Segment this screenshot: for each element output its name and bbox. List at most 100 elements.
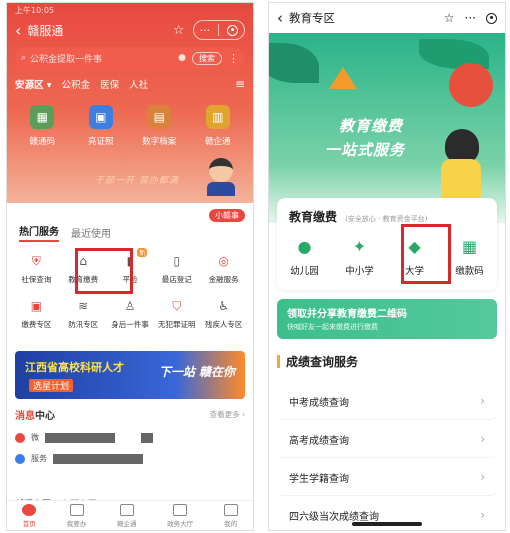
puzzle-icon: ✦ xyxy=(352,236,367,256)
bottom-tabbar: 首页 我要办 赣企通 政务大厅 我的 xyxy=(7,500,253,530)
shield-icon: ⛨ xyxy=(31,253,41,268)
doc-icon: ▥ xyxy=(205,105,230,129)
tabbar-todo[interactable]: 我要办 xyxy=(67,503,86,528)
quick-entry-license[interactable]: ▣ 亮证照 xyxy=(73,105,129,147)
option-kindergarten[interactable]: ● 幼儿园 xyxy=(283,235,327,278)
option-payment-code[interactable]: ▦ 缴款码 xyxy=(448,235,492,278)
card-subtitle: (安全放心 · 教育资金平台) xyxy=(345,215,428,223)
service-label: 社保查询 xyxy=(21,275,52,284)
service-after-death[interactable]: ♙ 身后一件事 xyxy=(107,297,154,330)
wallet-icon: ▣ xyxy=(30,299,43,313)
service-finance[interactable]: ◎ 金融服务 xyxy=(200,252,247,285)
briefcase-icon xyxy=(69,503,84,516)
service-disabled[interactable]: ♿ 残疾人专区 xyxy=(200,297,247,330)
coin-icon: ◎ xyxy=(218,254,229,268)
score-item-zhongkao[interactable]: 中考成绩查询 › xyxy=(277,383,497,420)
tabbar-label: 政务大厅 xyxy=(167,519,194,528)
chevron-right-icon: › xyxy=(480,508,485,522)
message-row[interactable]: 微 xyxy=(15,432,245,443)
divider xyxy=(218,24,219,36)
chevron-right-icon: › xyxy=(480,394,485,408)
tabbar-label: 首页 xyxy=(22,519,36,528)
education-fee-card: 教育缴费 (安全放心 · 教育资金平台) ● 幼儿园 ✦ 中小学 ◆ 大学 ▦ 缴款码 xyxy=(277,198,497,290)
service-label: 无犯罪证明 xyxy=(158,320,196,329)
mic-icon[interactable]: ● xyxy=(178,53,186,63)
lamp-icon: ♙ xyxy=(124,299,136,313)
edu-options: ● 幼儿园 ✦ 中小学 ◆ 大学 ▦ 缴款码 xyxy=(277,225,497,278)
home-icon xyxy=(22,503,37,516)
left-phone-screen: 上午10:05 ‹ 赣服通 ☆ ··· ⌕ 公积金提取一件事 ● 搜索 ⋮ 安源… xyxy=(6,2,254,531)
slogan-text: 干部一开 营办都满 xyxy=(95,176,179,186)
app-title: 赣服通 xyxy=(27,23,64,38)
service-label: 金融服务 xyxy=(208,275,239,284)
grid-icon: ▦ xyxy=(30,105,55,129)
service-label: 最店登记 xyxy=(161,275,192,284)
message-row[interactable]: 服务 xyxy=(15,453,245,464)
score-item-gaokao[interactable]: 高考成绩查询 › xyxy=(277,421,497,458)
search-input[interactable]: 公积金提取一件事 xyxy=(30,52,178,65)
back-icon[interactable]: ‹ xyxy=(15,21,21,40)
nav-bar: ‹ 教育专区 ☆ ··· xyxy=(269,3,505,33)
kebab-icon[interactable]: ⋮ xyxy=(228,52,239,65)
star-icon[interactable]: ☆ xyxy=(173,23,185,38)
promo-banner[interactable]: 江西省高校科研人才 选星计划 下一站 赣在你 xyxy=(15,351,245,399)
service-payment[interactable]: ▣ 缴费专区 xyxy=(13,297,60,330)
service-social-security[interactable]: ⛨ 社保查询 xyxy=(13,252,60,285)
menu-icon[interactable]: ≡ xyxy=(235,77,245,91)
tabbar-hall[interactable]: 政务大厅 xyxy=(167,503,194,528)
tabbar-home[interactable]: 首页 xyxy=(22,503,37,528)
qr-code-icon: ▦ xyxy=(461,236,478,256)
home-indicator xyxy=(352,522,422,526)
search-icon: ⌕ xyxy=(21,53,27,63)
quick-entry-enterprise[interactable]: ▥ 赣企通 xyxy=(190,105,246,147)
tabbar-label: 我的 xyxy=(224,519,238,528)
tabbar-enterprise[interactable]: 赣企通 xyxy=(117,503,136,528)
score-item-student-status[interactable]: 学生学籍查询 › xyxy=(277,459,497,496)
new-badge: 新 xyxy=(137,248,148,257)
tabbar-me[interactable]: 我的 xyxy=(223,503,238,528)
score-item-label: 中考成绩查询 xyxy=(289,397,349,409)
option-primary-middle[interactable]: ✦ 中小学 xyxy=(338,235,382,278)
close-target-icon[interactable] xyxy=(486,12,497,24)
tab-medical[interactable]: 医保 xyxy=(100,77,119,91)
apple-icon: ● xyxy=(297,236,312,256)
message-title-suffix: 中心 xyxy=(35,411,55,422)
qr-banner-subtitle: 快喊好友一起来缴费进行缴费 xyxy=(287,323,378,331)
service-flood[interactable]: ≋ 防汛专区 xyxy=(60,297,107,330)
score-section-title: 成绩查询服务 xyxy=(277,353,358,370)
tab-region[interactable]: 安源区 ▾ xyxy=(15,77,52,91)
tab-hot-services[interactable]: 热门服务 xyxy=(19,223,59,242)
back-icon[interactable]: ‹ xyxy=(277,9,283,27)
service-label: 残疾人专区 xyxy=(204,320,243,329)
more-icon[interactable]: ··· xyxy=(465,11,476,25)
hero-title-line1: 教育缴费 xyxy=(339,117,404,135)
message-text: 服务 xyxy=(31,454,47,463)
close-target-icon[interactable] xyxy=(227,24,238,36)
tab-housing-fund[interactable]: 公积金 xyxy=(62,77,91,91)
highlight-box-university xyxy=(401,224,451,284)
search-button[interactable]: 搜索 xyxy=(192,51,222,65)
message-text: 微 xyxy=(31,433,39,442)
tab-social[interactable]: 人社 xyxy=(129,77,148,91)
star-icon[interactable]: ☆ xyxy=(444,11,455,25)
message-center: 消息 中心 查看更多 › 微 服务 xyxy=(15,407,245,477)
more-icon[interactable]: ··· xyxy=(200,24,211,37)
status-bar: 上午10:05 xyxy=(15,6,55,15)
hall-icon xyxy=(173,503,188,516)
section-title-text: 成绩查询服务 xyxy=(286,355,359,369)
mascot-illustration xyxy=(207,158,235,198)
service-shop-registration[interactable]: ▯ 最店登记 xyxy=(153,252,200,285)
badge-icon: ⛉ xyxy=(172,298,182,313)
assistant-badge[interactable]: 小赣事 xyxy=(209,209,245,222)
service-label: 缴费专区 xyxy=(21,320,52,329)
region-tabs: 安源区 ▾ 公积金 医保 人社 ≡ xyxy=(7,73,253,95)
search-bar[interactable]: ⌕ 公积金提取一件事 ● 搜索 ⋮ xyxy=(15,47,245,69)
quick-entry-code[interactable]: ▦ 赣通码 xyxy=(14,105,70,147)
quick-entry-archive[interactable]: ▤ 数字档案 xyxy=(131,105,187,147)
service-no-crime[interactable]: ⛉ 无犯罪证明 xyxy=(153,297,200,330)
card-title-text: 教育缴费 xyxy=(289,210,338,224)
qr-share-banner[interactable]: 领取并分享教育缴费二维码 快喊好友一起来缴费进行缴费 xyxy=(277,299,497,339)
more-messages-link[interactable]: 查看更多 › xyxy=(210,409,245,420)
tab-recent[interactable]: 最近使用 xyxy=(71,225,111,240)
score-item-label: 学生学籍查询 xyxy=(289,473,349,485)
